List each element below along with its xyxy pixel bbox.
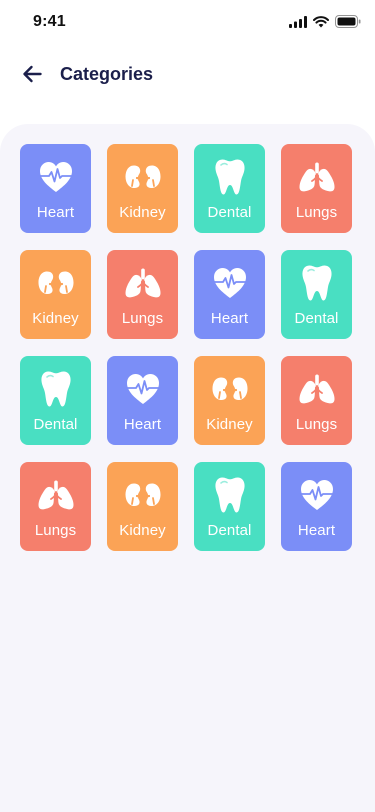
category-label: Lungs — [121, 310, 164, 327]
category-label: Dental — [33, 416, 78, 433]
category-label: Lungs — [295, 416, 338, 433]
kidney-icon — [210, 369, 250, 409]
page-title: Categories — [60, 64, 154, 84]
status-icons — [289, 15, 361, 33]
status-bar: 9:41 — [0, 0, 375, 44]
header: Categories — [0, 44, 375, 106]
category-label: Lungs — [295, 204, 338, 221]
category-tile-kidney[interactable]: Kidney — [107, 144, 178, 233]
category-tile-lungs[interactable]: Lungs — [281, 356, 352, 445]
category-label: Kidney — [119, 522, 166, 539]
category-label: Lungs — [34, 522, 77, 539]
categories-panel: Heart Kidney Dental Lungs Kidney Lungs H… — [0, 124, 375, 812]
kidney-icon — [123, 475, 163, 515]
category-tile-dental[interactable]: Dental — [194, 144, 265, 233]
heart-icon — [36, 157, 76, 197]
status-time: 9:41 — [33, 13, 66, 30]
lungs-icon — [297, 157, 337, 197]
category-label: Heart — [297, 522, 336, 539]
category-tile-dental[interactable]: Dental — [194, 462, 265, 551]
tooth-icon — [36, 369, 76, 409]
lungs-icon — [297, 369, 337, 409]
category-tile-kidney[interactable]: Kidney — [107, 462, 178, 551]
arrow-left-icon — [22, 65, 42, 88]
category-tile-heart[interactable]: Heart — [194, 250, 265, 339]
signal-icon — [289, 15, 307, 33]
category-label: Kidney — [206, 416, 253, 433]
category-tile-kidney[interactable]: Kidney — [20, 250, 91, 339]
tooth-icon — [210, 157, 250, 197]
heart-icon — [297, 475, 337, 515]
wifi-icon — [313, 15, 329, 33]
category-label: Dental — [294, 310, 339, 327]
category-label: Kidney — [32, 310, 79, 327]
categories-grid: Heart Kidney Dental Lungs Kidney Lungs H… — [20, 144, 352, 551]
tooth-icon — [297, 263, 337, 303]
lungs-icon — [123, 263, 163, 303]
category-label: Dental — [207, 522, 252, 539]
category-label: Dental — [207, 204, 252, 221]
category-tile-lungs[interactable]: Lungs — [281, 144, 352, 233]
kidney-icon — [123, 157, 163, 197]
category-label: Heart — [36, 204, 75, 221]
category-tile-lungs[interactable]: Lungs — [20, 462, 91, 551]
category-tile-kidney[interactable]: Kidney — [194, 356, 265, 445]
kidney-icon — [36, 263, 76, 303]
category-tile-dental[interactable]: Dental — [281, 250, 352, 339]
category-label: Heart — [123, 416, 162, 433]
lungs-icon — [36, 475, 76, 515]
battery-icon — [335, 15, 361, 33]
heart-icon — [210, 263, 250, 303]
category-tile-lungs[interactable]: Lungs — [107, 250, 178, 339]
category-tile-heart[interactable]: Heart — [20, 144, 91, 233]
category-tile-heart[interactable]: Heart — [281, 462, 352, 551]
tooth-icon — [210, 475, 250, 515]
category-tile-dental[interactable]: Dental — [20, 356, 91, 445]
category-label: Heart — [210, 310, 249, 327]
category-label: Kidney — [119, 204, 166, 221]
category-tile-heart[interactable]: Heart — [107, 356, 178, 445]
heart-icon — [123, 369, 163, 409]
back-button[interactable] — [18, 63, 46, 89]
